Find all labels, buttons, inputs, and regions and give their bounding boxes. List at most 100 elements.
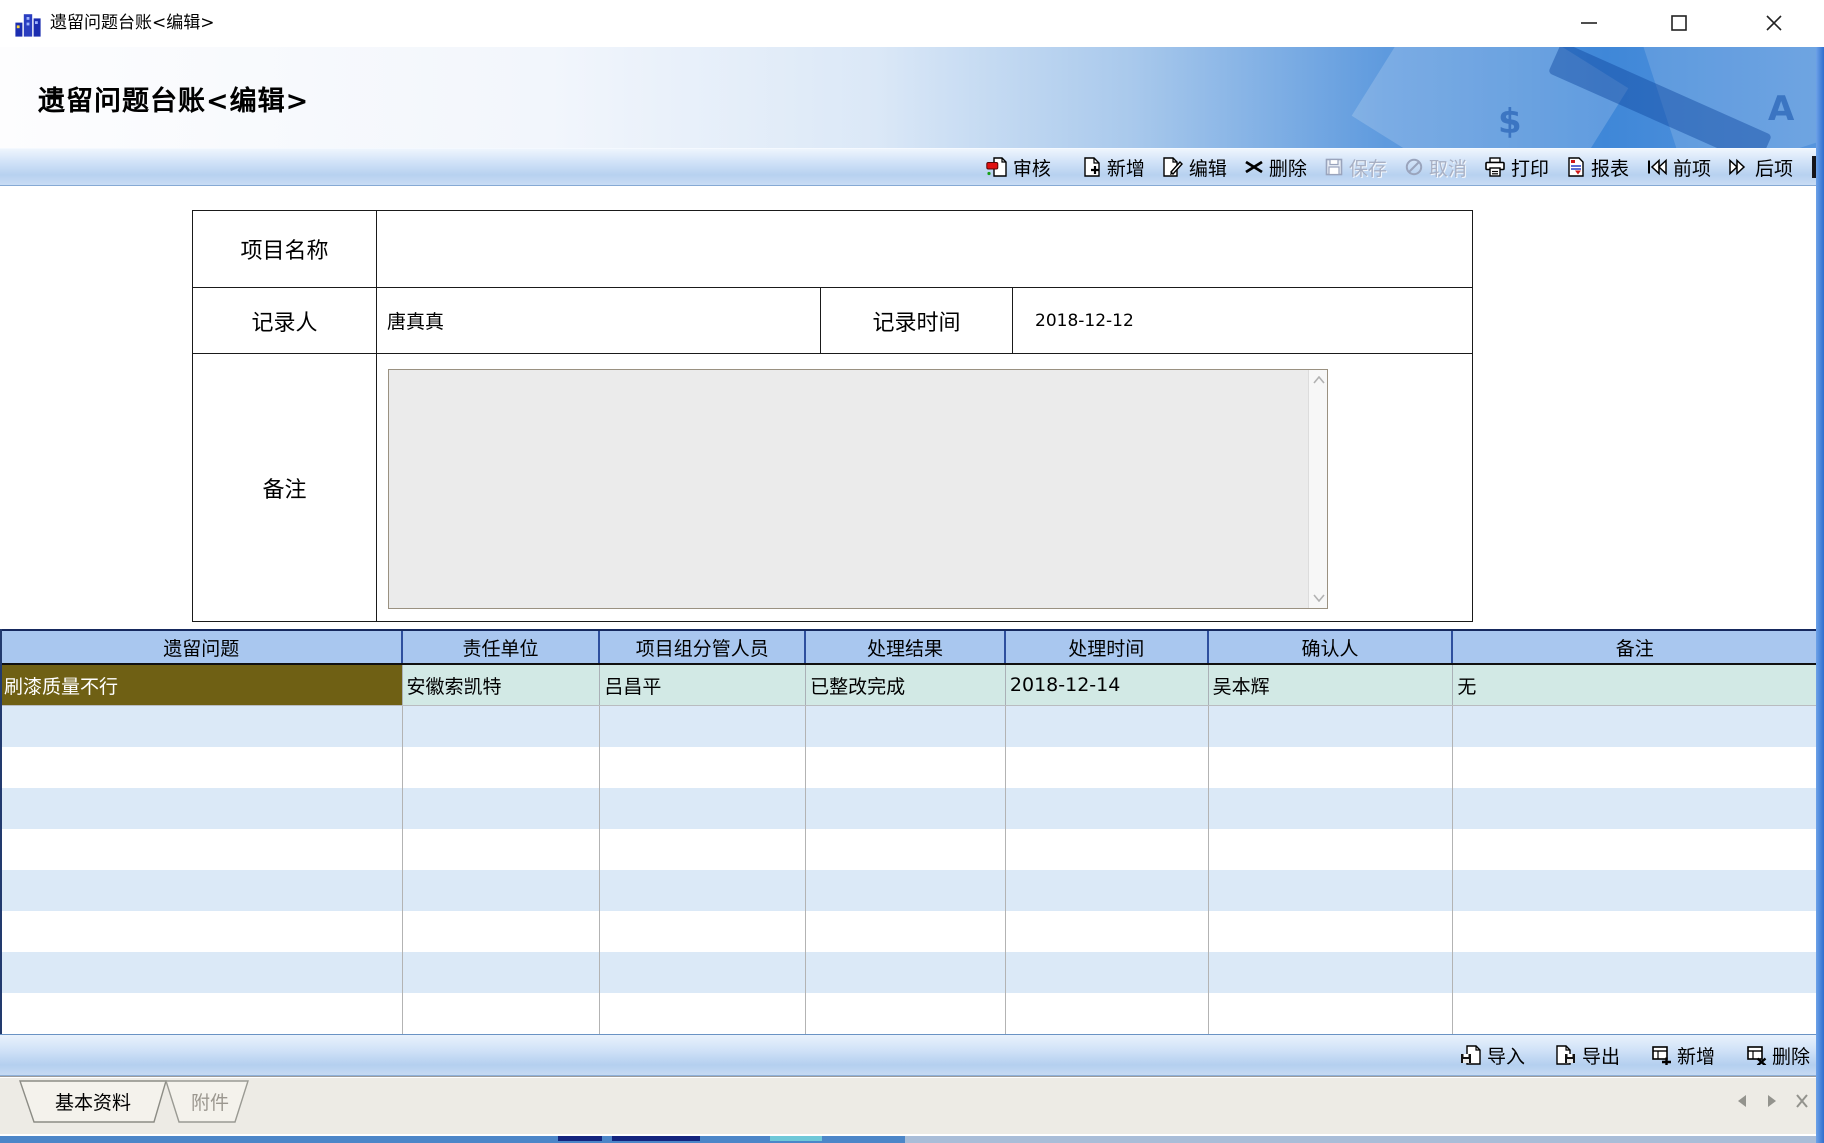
table-cell[interactable]: 安徽索凯特: [403, 665, 601, 705]
close-button[interactable]: [1745, 0, 1803, 46]
toolbar-button-label: 后项: [1755, 154, 1793, 181]
tab-close-icon[interactable]: [1794, 1091, 1810, 1111]
scroll-down-icon[interactable]: [1309, 588, 1328, 608]
dollar-glyph: $: [1498, 102, 1522, 142]
issues-table: 遗留问题 责任单位 项目组分管人员 处理结果 处理时间 确认人 备注 刷漆质量不…: [0, 629, 1816, 1034]
table-header-row: 遗留问题 责任单位 项目组分管人员 处理结果 处理时间 确认人 备注: [2, 629, 1816, 665]
next-item-button[interactable]: 后项: [1726, 153, 1795, 182]
tab-basic-info[interactable]: 基本资料: [20, 1081, 166, 1122]
column-header[interactable]: 责任单位: [403, 631, 601, 663]
grid-toolbar: 导入 导出 新增: [0, 1034, 1824, 1076]
toolbar-button-label: 前项: [1673, 154, 1711, 181]
project-name-field[interactable]: [377, 211, 1472, 287]
page-title: 遗留问题台账<编辑>: [38, 79, 309, 118]
export-icon: [1555, 1045, 1577, 1065]
table-cell[interactable]: 吕昌平: [600, 665, 806, 705]
project-name-label: 项目名称: [193, 211, 377, 287]
print-button[interactable]: 打印: [1482, 153, 1551, 182]
tab-bar: 基本资料 附件: [0, 1076, 1824, 1134]
grid-add-button[interactable]: 新增: [1648, 1041, 1717, 1070]
record-time-label: 记录时间: [821, 288, 1013, 353]
column-header[interactable]: 遗留问题: [2, 631, 403, 663]
table-empty-row[interactable]: [2, 706, 1816, 747]
toolbar-button-label: 审核: [1013, 154, 1051, 181]
table-empty-row[interactable]: [2, 870, 1816, 911]
title-bar: 遗留问题台账<编辑>: [0, 0, 1824, 47]
delete-button[interactable]: 删除: [1242, 153, 1309, 182]
table-row[interactable]: 刷漆质量不行 安徽索凯特 吕昌平 已整改完成 2018-12-14 吴本辉 无: [2, 665, 1816, 706]
import-icon: [1460, 1045, 1482, 1065]
table-empty-row[interactable]: [2, 829, 1816, 870]
letter-a-glyph: A: [1768, 89, 1794, 129]
status-strip-mark: [770, 1136, 822, 1141]
new-doc-icon: [1082, 157, 1102, 177]
main-toolbar: 审核 新增 编辑: [0, 148, 1824, 186]
table-empty-row[interactable]: [2, 788, 1816, 829]
table-cell[interactable]: 2018-12-14: [1006, 665, 1209, 705]
table-cell[interactable]: 无: [1453, 665, 1816, 705]
record-form: 项目名称 记录人 唐真真 记录时间 2018-12-12 备注: [192, 210, 1473, 622]
toolbar-button-label: 打印: [1511, 154, 1549, 181]
app-icon: [14, 10, 42, 38]
remark-label: 备注: [193, 354, 377, 622]
grid-delete-button[interactable]: 删除: [1743, 1041, 1812, 1070]
tab-scroll-left-icon[interactable]: [1734, 1091, 1750, 1111]
audit-button[interactable]: 审核: [984, 153, 1053, 182]
toolbar-button-label: 新增: [1107, 154, 1145, 181]
delete-x-icon: [1244, 157, 1264, 177]
column-header[interactable]: 处理时间: [1006, 631, 1209, 663]
next-item-icon: [1728, 157, 1750, 177]
grid-add-icon: [1650, 1045, 1672, 1065]
remark-scrollbar[interactable]: [1308, 370, 1327, 608]
report-button[interactable]: 报表: [1564, 153, 1631, 182]
save-disk-icon: [1324, 157, 1344, 177]
table-cell[interactable]: 吴本辉: [1209, 665, 1454, 705]
import-button[interactable]: 导入: [1458, 1041, 1527, 1070]
table-empty-row[interactable]: [2, 952, 1816, 993]
remark-textarea[interactable]: [388, 369, 1328, 609]
table-empty-row[interactable]: [2, 911, 1816, 952]
toolbar-button-label: 取消: [1429, 154, 1467, 181]
tab-navigation: [1734, 1091, 1810, 1111]
edit-doc-icon: [1162, 157, 1184, 177]
recorder-label: 记录人: [193, 288, 377, 353]
column-header[interactable]: 备注: [1453, 631, 1816, 663]
status-strip-mark: [612, 1136, 700, 1141]
toolbar-button-label: 新增: [1677, 1042, 1715, 1069]
toolbar-button-label: 删除: [1269, 154, 1307, 181]
window-right-border: [1816, 47, 1824, 1143]
maximize-button[interactable]: [1650, 0, 1708, 46]
tab-attachments[interactable]: 附件: [166, 1081, 248, 1122]
tab-scroll-right-icon[interactable]: [1764, 1091, 1780, 1111]
selected-cell[interactable]: 刷漆质量不行: [2, 665, 403, 705]
toolbar-button-label: 导出: [1582, 1042, 1620, 1069]
table-empty-row[interactable]: [2, 993, 1816, 1034]
column-header[interactable]: 处理结果: [806, 631, 1006, 663]
grid-delete-icon: [1745, 1045, 1767, 1065]
recorder-field[interactable]: 唐真真: [377, 288, 821, 353]
toolbar-button-label: 报表: [1591, 154, 1629, 181]
toolbar-button-label: 编辑: [1189, 154, 1227, 181]
scroll-up-icon[interactable]: [1309, 370, 1328, 390]
toolbar-button-label: 保存: [1349, 154, 1387, 181]
record-time-field[interactable]: 2018-12-12: [1013, 288, 1472, 353]
bottom-status-strip: [0, 1136, 1824, 1143]
toolbar-button-label: 删除: [1772, 1042, 1810, 1069]
previous-item-button[interactable]: 前项: [1644, 153, 1713, 182]
save-button[interactable]: 保存: [1322, 153, 1389, 182]
export-button[interactable]: 导出: [1553, 1041, 1622, 1070]
audit-stamp-icon: [986, 157, 1008, 177]
edit-button[interactable]: 编辑: [1160, 153, 1229, 182]
printer-icon: [1484, 157, 1506, 177]
previous-item-icon: [1646, 157, 1668, 177]
table-cell[interactable]: 已整改完成: [806, 665, 1006, 705]
add-button[interactable]: 新增: [1080, 153, 1147, 182]
tab-basic-info-label: 基本资料: [55, 1092, 131, 1114]
report-icon: [1566, 157, 1586, 177]
toolbar-button-label: 导入: [1487, 1042, 1525, 1069]
minimize-button[interactable]: [1560, 0, 1618, 46]
column-header[interactable]: 项目组分管人员: [600, 631, 806, 663]
cancel-button[interactable]: 取消: [1402, 153, 1469, 182]
column-header[interactable]: 确认人: [1209, 631, 1454, 663]
table-empty-row[interactable]: [2, 747, 1816, 788]
